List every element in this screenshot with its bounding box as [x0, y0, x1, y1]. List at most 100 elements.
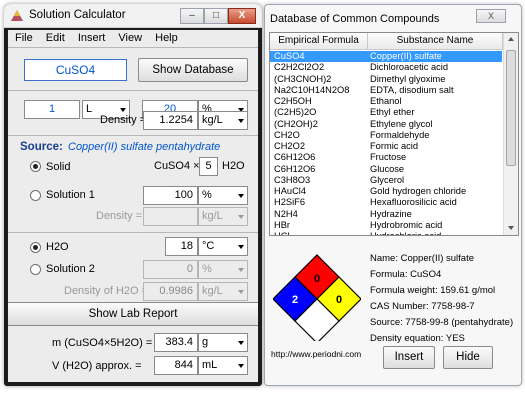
- database-title: Database of Common Compounds: [270, 13, 440, 25]
- solid-label: Solid: [46, 161, 71, 173]
- cell-substance-name: Ethylene glycol: [370, 118, 433, 129]
- cell-formula: HAuCl4: [274, 186, 307, 196]
- maximize-icon: □: [212, 10, 220, 21]
- table-row[interactable]: C6H12O6 Fructose: [270, 152, 502, 163]
- website-link[interactable]: http://www.periodni.com: [271, 349, 361, 359]
- h2o-density-input[interactable]: 0.9986: [143, 282, 198, 301]
- table-row[interactable]: (CH2OH)2 Ethylene glycol: [270, 119, 502, 130]
- chevron-down-icon: [238, 290, 244, 294]
- nfpa-diamond-icon: 0 2 0: [273, 254, 361, 341]
- cell-formula: C6H12O6: [274, 152, 316, 163]
- menu-insert[interactable]: Insert: [78, 32, 106, 44]
- cell-formula: C2H5OH: [274, 96, 312, 106]
- solution1-input[interactable]: 100: [143, 186, 198, 205]
- show-lab-report-button[interactable]: Show Lab Report: [8, 302, 258, 326]
- amount-input[interactable]: 1: [24, 100, 80, 119]
- solid-radio[interactable]: [30, 161, 41, 172]
- source-value: Copper(II) sulfate pentahydrate: [68, 141, 221, 153]
- chevron-down-icon: [238, 194, 244, 198]
- h2o-radio[interactable]: [30, 242, 41, 253]
- mass-result: 383.4: [154, 333, 198, 352]
- solution2-unit-select[interactable]: %: [198, 260, 248, 279]
- hydrate-input[interactable]: 5: [199, 157, 218, 176]
- cell-substance-name: Glycerol: [370, 174, 405, 185]
- column-header-formula[interactable]: Empirical Formula: [270, 33, 368, 50]
- table-row[interactable]: N2H4 Hydrazine: [270, 209, 502, 220]
- h2o-temp-unit-select[interactable]: °C: [198, 237, 248, 256]
- mass-unit-value: g: [202, 336, 209, 348]
- insert-button[interactable]: Insert: [383, 346, 435, 369]
- table-row[interactable]: HBr Hydrobromic acid: [270, 220, 502, 231]
- chevron-down-icon: [238, 364, 244, 368]
- table-row[interactable]: (C2H5)2O Ethyl ether: [270, 107, 502, 118]
- divider: [8, 90, 258, 91]
- database-close-button[interactable]: X: [476, 9, 506, 23]
- table-row[interactable]: C2H5OH Ethanol: [270, 96, 502, 107]
- table-row[interactable]: CH2O2 Formic acid: [270, 141, 502, 152]
- h2o-density-unit-select[interactable]: kg/L: [198, 282, 248, 301]
- solution1-unit-select[interactable]: %: [198, 186, 248, 205]
- solution2-input[interactable]: 0: [143, 260, 198, 279]
- column-header-name[interactable]: Substance Name: [368, 33, 503, 50]
- table-row[interactable]: H2SiF6 Hexafluorosilicic acid: [270, 197, 502, 208]
- table-row[interactable]: C3H8O3 Glycerol: [270, 175, 502, 186]
- h2o-temp-input[interactable]: 18: [165, 237, 198, 256]
- hide-button[interactable]: Hide: [443, 346, 493, 369]
- cell-substance-name: Dichloroacetic acid: [370, 62, 449, 73]
- solution1-density-unit-select[interactable]: kg/L: [198, 207, 248, 226]
- compounds-table[interactable]: Empirical Formula Substance Name CuSO4 Co…: [269, 32, 519, 236]
- cell-formula: (C2H5)2O: [274, 107, 317, 118]
- cell-substance-name: Glucose: [370, 163, 405, 174]
- chevron-down-icon: [238, 119, 244, 123]
- chevron-down-icon: [238, 215, 244, 219]
- title-bar[interactable]: Solution Calculator – □ X: [4, 4, 262, 28]
- formula-input[interactable]: CuSO4: [24, 59, 127, 81]
- table-row[interactable]: HCl Hydrochloric acid: [270, 231, 502, 236]
- volume-unit-select[interactable]: mL: [198, 356, 248, 375]
- mass-unit-select[interactable]: g: [198, 333, 248, 352]
- cell-substance-name: Gold hydrogen chloride: [370, 186, 467, 196]
- info-formula: Formula: CuSO4: [370, 269, 442, 280]
- cell-substance-name: Ethyl ether: [370, 107, 415, 118]
- cell-substance-name: Dimethyl glyoxime: [370, 73, 446, 84]
- solution2-label: Solution 2: [46, 263, 95, 275]
- cell-formula: C2H2Cl2O2: [274, 62, 325, 73]
- info-cas: CAS Number: 7758-98-7: [370, 301, 475, 312]
- nfpa-reactivity-value: 0: [336, 294, 342, 306]
- calculator-body: File Edit Insert View Help CuSO4 Show Da…: [8, 30, 258, 382]
- menu-view[interactable]: View: [118, 32, 142, 44]
- volume-label: V (H2O) approx. =: [52, 360, 142, 372]
- density-input[interactable]: 1.2254: [143, 111, 198, 130]
- table-row[interactable]: CuSO4 Copper(II) sulfate: [270, 51, 502, 63]
- solution1-radio[interactable]: [30, 190, 41, 201]
- show-database-button[interactable]: Show Database: [138, 58, 248, 82]
- table-row[interactable]: C2H2Cl2O2 Dichloroacetic acid: [270, 62, 502, 73]
- close-button[interactable]: X: [228, 8, 256, 24]
- solution1-density-input[interactable]: [143, 207, 198, 226]
- table-row[interactable]: (CH3CNOH)2 Dimethyl glyoxime: [270, 74, 502, 85]
- volume-result: 844: [154, 356, 198, 375]
- solution1-label: Solution 1: [46, 189, 95, 201]
- table-row[interactable]: Na2C10H14N2O8 EDTA, disodium salt: [270, 85, 502, 96]
- density-unit-select[interactable]: kg/L: [198, 111, 248, 130]
- scroll-down-icon[interactable]: [508, 226, 514, 230]
- window-title: Solution Calculator: [29, 9, 126, 21]
- scroll-thumb[interactable]: [506, 50, 516, 166]
- minimize-button[interactable]: –: [180, 8, 204, 24]
- cell-formula: C6H12O6: [274, 163, 316, 174]
- menu-edit[interactable]: Edit: [46, 32, 65, 44]
- chevron-down-icon: [238, 245, 244, 249]
- h2o-density-unit-value: kg/L: [202, 285, 223, 297]
- maximize-button[interactable]: □: [204, 8, 228, 24]
- table-row[interactable]: HAuCl4 Gold hydrogen chloride: [270, 186, 502, 197]
- cell-formula: CuSO4: [274, 51, 305, 61]
- menu-help[interactable]: Help: [155, 32, 178, 44]
- menu-file[interactable]: File: [15, 32, 33, 44]
- scroll-up-icon[interactable]: [508, 37, 514, 41]
- cell-formula: HCl: [274, 231, 290, 236]
- table-row[interactable]: C6H12O6 Glucose: [270, 164, 502, 175]
- table-row[interactable]: CH2O Formaldehyde: [270, 130, 502, 141]
- cell-formula: (CH2OH)2: [274, 118, 318, 129]
- solution2-radio[interactable]: [30, 264, 41, 275]
- vertical-scrollbar[interactable]: [503, 33, 518, 235]
